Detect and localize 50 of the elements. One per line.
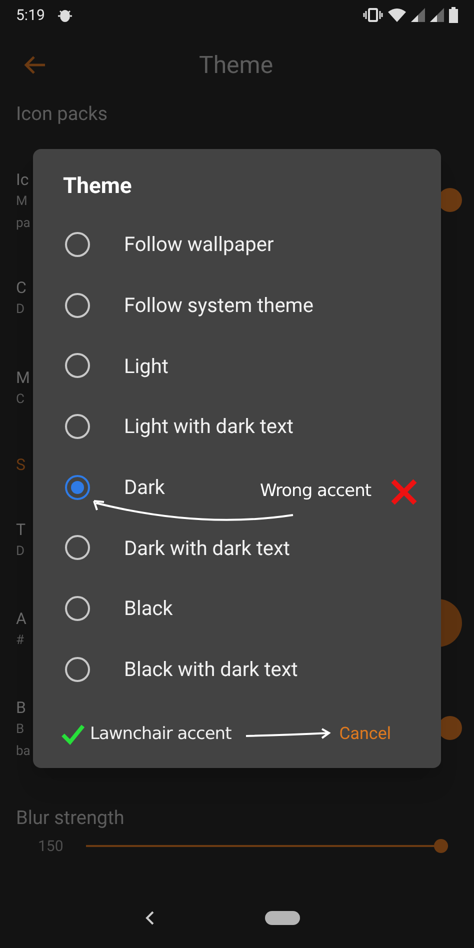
setting-summary: M (16, 193, 28, 211)
slider[interactable] (86, 839, 448, 854)
setting-summary: C (16, 391, 24, 409)
radio-button[interactable] (65, 656, 90, 682)
app-bar-title: Theme (199, 50, 274, 81)
setting-title: Blur strength (16, 805, 124, 831)
option-label[interactable]: Black with dark text (124, 654, 298, 684)
setting-summary: D (16, 301, 25, 319)
setting-summary: pa (16, 215, 30, 233)
setting-title: T (16, 519, 26, 541)
setting-summary: D (16, 543, 25, 561)
radio-button[interactable] (65, 474, 90, 500)
setting-summary: B (16, 721, 24, 739)
option-label[interactable]: Dark (124, 472, 165, 502)
option-label[interactable]: Follow system theme (124, 290, 314, 320)
option-label[interactable]: Dark with dark text (124, 532, 290, 563)
setting-summary: # (16, 632, 24, 650)
cross-icon (390, 478, 418, 506)
annotation-text: Wrong accent (260, 480, 372, 503)
radio-button[interactable] (65, 596, 90, 621)
radio-button[interactable] (65, 414, 90, 439)
option-label[interactable]: Black (124, 593, 173, 624)
option-label[interactable]: Light with dark text (124, 411, 294, 442)
setting-title: A (16, 608, 26, 630)
radio-button[interactable] (65, 535, 90, 560)
radio-button[interactable] (65, 232, 90, 257)
bug-icon (56, 7, 73, 23)
setting-title: M (16, 367, 30, 389)
option-label[interactable]: Follow wallpaper (124, 229, 274, 260)
nav-back-icon[interactable] (144, 911, 154, 925)
status-time: 5:19 (16, 4, 45, 26)
dialog-title: Theme (63, 173, 132, 201)
category-title: S (16, 454, 26, 476)
setting-title: C (16, 277, 26, 299)
annotation-note: Lawnchair accent (90, 722, 232, 746)
home-pill[interactable] (264, 911, 300, 925)
battery-icon (449, 7, 458, 23)
section-title: Icon packs (16, 101, 108, 127)
signal-icon (411, 8, 425, 22)
slider-value: 150 (38, 836, 64, 857)
check-icon (61, 723, 85, 746)
radio-button[interactable] (65, 353, 90, 378)
radio-button[interactable] (65, 292, 90, 318)
wifi-icon (388, 8, 406, 22)
option-label[interactable]: Light (124, 350, 168, 381)
vibrate-icon (363, 8, 383, 22)
setting-title: B (16, 697, 26, 719)
signal-icon (430, 8, 444, 22)
setting-summary: ba (16, 743, 30, 761)
setting-title: Ic (16, 169, 29, 191)
